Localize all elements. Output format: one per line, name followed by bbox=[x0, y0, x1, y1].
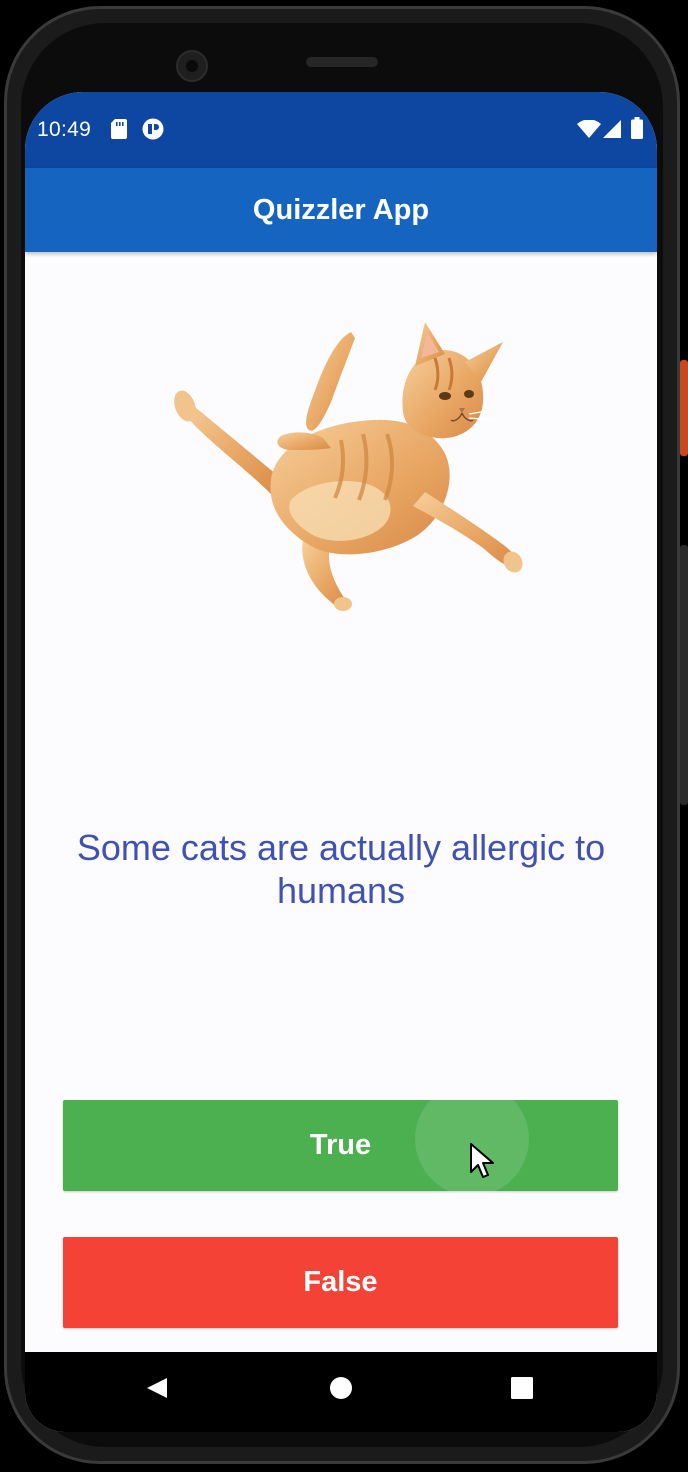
device-screen: 10:49 Quizzler App Some cats are actuall… bbox=[25, 92, 657, 1432]
flying-cat-image bbox=[174, 322, 523, 611]
status-bar: 10:49 bbox=[25, 92, 657, 168]
app-bar: Quizzler App bbox=[25, 168, 657, 252]
true-button[interactable]: True bbox=[63, 1100, 618, 1191]
status-time: 10:49 bbox=[37, 118, 92, 141]
power-button[interactable] bbox=[680, 360, 688, 456]
battery-icon bbox=[631, 117, 643, 139]
home-icon[interactable] bbox=[329, 1376, 353, 1400]
cellular-signal-icon bbox=[603, 120, 621, 138]
app-notification-icon bbox=[142, 118, 164, 140]
front-camera bbox=[176, 50, 208, 82]
wifi-icon bbox=[577, 120, 601, 138]
earpiece-speaker bbox=[306, 57, 378, 67]
recents-icon[interactable] bbox=[511, 1377, 533, 1399]
sd-card-icon bbox=[111, 119, 127, 139]
phone-frame: 10:49 Quizzler App Some cats are actuall… bbox=[0, 0, 688, 1472]
false-button[interactable]: False bbox=[63, 1237, 618, 1328]
app-title: Quizzler App bbox=[252, 194, 430, 226]
volume-button[interactable] bbox=[680, 545, 688, 805]
question-text: Some cats are actually allergic to human… bbox=[76, 827, 606, 911]
mouse-pointer-icon bbox=[470, 1143, 494, 1178]
back-icon[interactable] bbox=[145, 1376, 169, 1400]
navigation-bar bbox=[25, 1352, 657, 1432]
